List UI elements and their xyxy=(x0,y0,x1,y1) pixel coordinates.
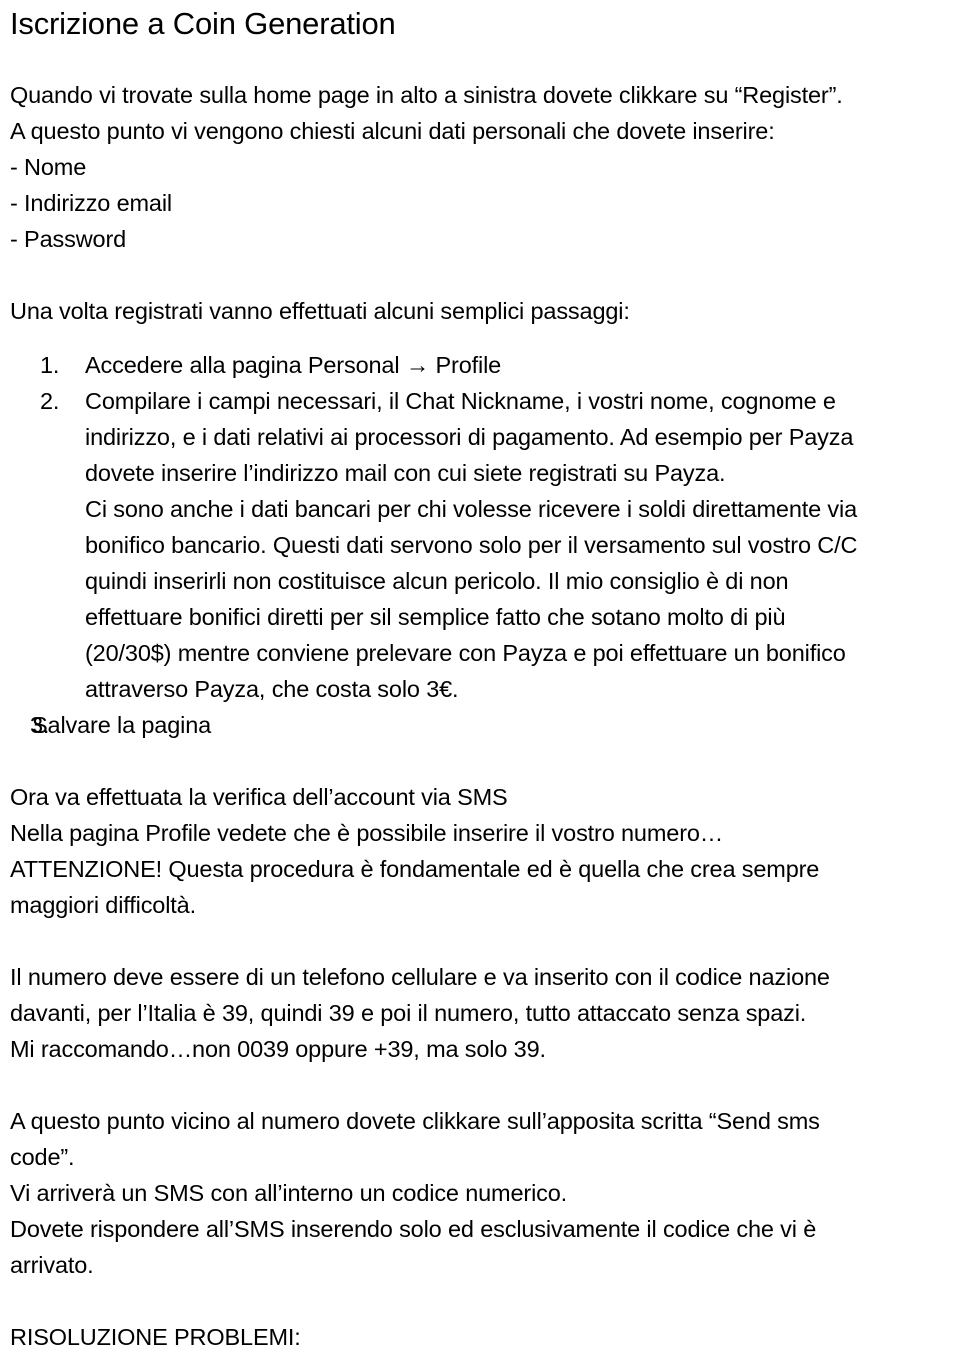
list-item-text: Accedere alla pagina Personal → Profile xyxy=(85,352,502,378)
page-title: Iscrizione a Coin Generation xyxy=(10,6,396,41)
list-marker: 2. xyxy=(40,388,60,414)
intro-line-2: A questo punto vi vengono chiesti alcuni… xyxy=(10,118,775,144)
list-item-text: Compilare i campi necessari, il Chat Nic… xyxy=(85,388,836,414)
sms-section-line-3: ATTENZIONE! Questa procedura è fondament… xyxy=(10,856,820,882)
list-item: 3. Salvare la pagina xyxy=(10,707,960,743)
number-section-line-1: Il numero deve essere di un telefono cel… xyxy=(10,964,830,990)
intro-bullet-indirizzo-email: - Indirizzo email xyxy=(10,190,172,216)
send-section-line-3: Vi arriverà un SMS con all’interno un co… xyxy=(10,1180,568,1206)
list-item: 1. Accedere alla pagina Personal → Profi… xyxy=(10,347,960,383)
list-item-continuation: quindi inserirli non costituisce alcun p… xyxy=(85,568,789,594)
number-section-line-2: davanti, per l’Italia è 39, quindi 39 e … xyxy=(10,1000,807,1026)
send-section-line-5: arrivato. xyxy=(10,1252,94,1278)
intro-line-1: Quando vi trovate sulla home page in alt… xyxy=(10,82,843,108)
intro-line-3: Una volta registrati vanno effettuati al… xyxy=(10,298,630,324)
sms-section-line-1: Ora va effettuata la verifica dell’accou… xyxy=(10,784,508,810)
intro-bullet-nome: - Nome xyxy=(10,154,87,180)
send-section-line-1: A questo punto vicino al numero dovete c… xyxy=(10,1108,820,1134)
footer-heading: RISOLUZIONE PROBLEMI: xyxy=(10,1324,301,1350)
list-item-continuation: (20/30$) mentre conviene prelevare con P… xyxy=(85,640,846,666)
number-section-line-3: Mi raccomando…non 0039 oppure +39, ma so… xyxy=(10,1036,546,1062)
list-item-continuation: dovete inserire l’indirizzo mail con cui… xyxy=(85,460,726,486)
list-marker: 1. xyxy=(40,352,60,378)
send-section-line-2: code”. xyxy=(10,1144,75,1170)
document-page: Iscrizione a Coin Generation Quando vi t… xyxy=(0,4,960,1350)
list-item-continuation: bonifico bancario. Questi dati servono s… xyxy=(85,532,858,558)
list-item-continuation: effettuare bonifici diretti per sil semp… xyxy=(85,604,786,630)
intro-bullet-password: - Password xyxy=(10,226,127,252)
sms-section-line-2: Nella pagina Profile vedete che è possib… xyxy=(10,820,724,846)
sms-section-line-4: maggiori difficoltà. xyxy=(10,892,196,918)
list-item-continuation: Ci sono anche i dati bancari per chi vol… xyxy=(85,496,858,522)
steps-list: 1. Accedere alla pagina Personal → Profi… xyxy=(10,347,960,743)
list-item-continuation: attraverso Payza, che costa solo 3€. xyxy=(85,676,459,702)
list-item-text: Salvare la pagina xyxy=(32,712,212,738)
list-item-continuation: indirizzo, e i dati relativi ai processo… xyxy=(85,424,854,450)
list-marker: 3. xyxy=(30,712,50,738)
send-section-line-4: Dovete rispondere all’SMS inserendo solo… xyxy=(10,1216,817,1242)
list-item: 2. Compilare i campi necessari, il Chat … xyxy=(10,383,960,419)
